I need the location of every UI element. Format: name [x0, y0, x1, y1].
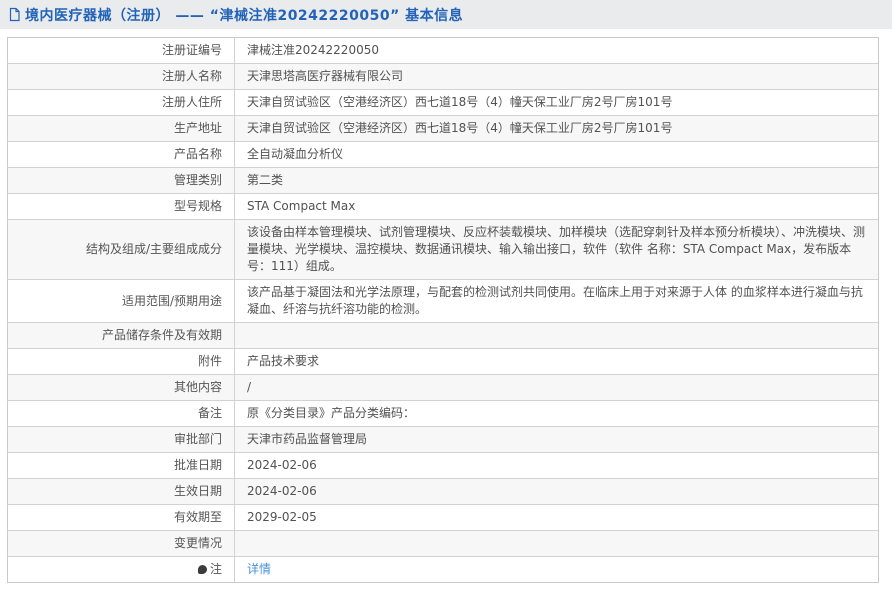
row-value: 天津自贸试验区（空港经济区）西七道18号（4）幢天保工业厂房2号厂房101号 [234, 115, 879, 142]
row-value: 产品技术要求 [234, 348, 879, 375]
table-row: 附件 产品技术要求 [7, 348, 879, 375]
table-row: 注册证编号 津械注准20242220050 [7, 37, 879, 64]
row-label: 附件 [7, 348, 235, 375]
table-row: 产品储存条件及有效期 [7, 322, 879, 349]
table-row: 其他内容 / [7, 374, 879, 401]
row-label: 结构及组成/主要组成成分 [7, 219, 235, 280]
row-label: 其他内容 [7, 374, 235, 401]
row-label: 生效日期 [7, 478, 235, 505]
row-value: 天津自贸试验区（空港经济区）西七道18号（4）幢天保工业厂房2号厂房101号 [234, 89, 879, 116]
row-value: 原《分类目录》产品分类编码： [234, 400, 879, 427]
table-row: 生产地址 天津自贸试验区（空港经济区）西七道18号（4）幢天保工业厂房2号厂房1… [7, 115, 879, 142]
row-value: 第二类 [234, 167, 879, 194]
table-row: 备注 原《分类目录》产品分类编码： [7, 400, 879, 427]
row-value: 2024-02-06 [234, 452, 879, 479]
row-value: 该产品基于凝固法和光学法原理，与配套的检测试剂共同使用。在临床上用于对来源于人体… [234, 279, 879, 323]
row-value: 详情 [234, 556, 879, 583]
row-label: 有效期至 [7, 504, 235, 531]
table-row: 产品名称 全自动凝血分析仪 [7, 141, 879, 168]
row-value: 2024-02-06 [234, 478, 879, 505]
row-label: 注 [7, 556, 235, 583]
row-label: 适用范围/预期用途 [7, 279, 235, 323]
table-row: 审批部门 天津市药品监督管理局 [7, 426, 879, 453]
row-label: 注册证编号 [7, 37, 235, 64]
row-value [234, 530, 879, 557]
row-label: 审批部门 [7, 426, 235, 453]
table-row: 管理类别 第二类 [7, 167, 879, 194]
comment-icon [197, 565, 207, 574]
row-label: 管理类别 [7, 167, 235, 194]
row-value: 2029-02-05 [234, 504, 879, 531]
row-value [234, 322, 879, 349]
table-row: 注册人名称 天津思塔高医疗器械有限公司 [7, 63, 879, 90]
row-label: 型号规格 [7, 193, 235, 220]
table-row: 适用范围/预期用途 该产品基于凝固法和光学法原理，与配套的检测试剂共同使用。在临… [7, 279, 879, 323]
row-label: 变更情况 [7, 530, 235, 557]
table-row-note: 注 详情 [7, 556, 879, 583]
row-label: 批准日期 [7, 452, 235, 479]
table-row: 有效期至 2029-02-05 [7, 504, 879, 531]
row-label: 产品储存条件及有效期 [7, 322, 235, 349]
row-value: 天津市药品监督管理局 [234, 426, 879, 453]
row-value: 全自动凝血分析仪 [234, 141, 879, 168]
row-label: 注册人住所 [7, 89, 235, 116]
page-title: 境内医疗器械（注册） —— “津械注准20242220050” 基本信息 [25, 7, 464, 24]
row-label: 生产地址 [7, 115, 235, 142]
detail-link[interactable]: 详情 [247, 562, 271, 576]
table-row: 变更情况 [7, 530, 879, 557]
table-row: 批准日期 2024-02-06 [7, 452, 879, 479]
table-row: 结构及组成/主要组成成分 该设备由样本管理模块、试剂管理模块、反应杯装载模块、加… [7, 219, 879, 280]
row-label: 注册人名称 [7, 63, 235, 90]
table-row: 型号规格 STA Compact Max [7, 193, 879, 220]
row-value: 津械注准20242220050 [247, 43, 379, 57]
row-value: STA Compact Max [234, 193, 879, 220]
row-value: 天津思塔高医疗器械有限公司 [234, 63, 879, 90]
registration-info-table: 注册证编号 津械注准20242220050 注册人名称 天津思塔高医疗器械有限公… [7, 37, 879, 583]
note-label: 注 [209, 562, 222, 576]
table-row: 注册人住所 天津自贸试验区（空港经济区）西七道18号（4）幢天保工业厂房2号厂房… [7, 89, 879, 116]
row-value: / [234, 374, 879, 401]
document-icon [8, 7, 21, 22]
registration-info-panel: 注册证编号 津械注准20242220050 注册人名称 天津思塔高医疗器械有限公… [7, 37, 879, 583]
table-row: 生效日期 2024-02-06 [7, 478, 879, 505]
row-label: 备注 [7, 400, 235, 427]
row-label: 产品名称 [7, 141, 235, 168]
row-value: 该设备由样本管理模块、试剂管理模块、反应杯装载模块、加样模块（选配穿刺针及样本预… [234, 219, 879, 280]
title-bar: 境内医疗器械（注册） —— “津械注准20242220050” 基本信息 [0, 0, 892, 29]
